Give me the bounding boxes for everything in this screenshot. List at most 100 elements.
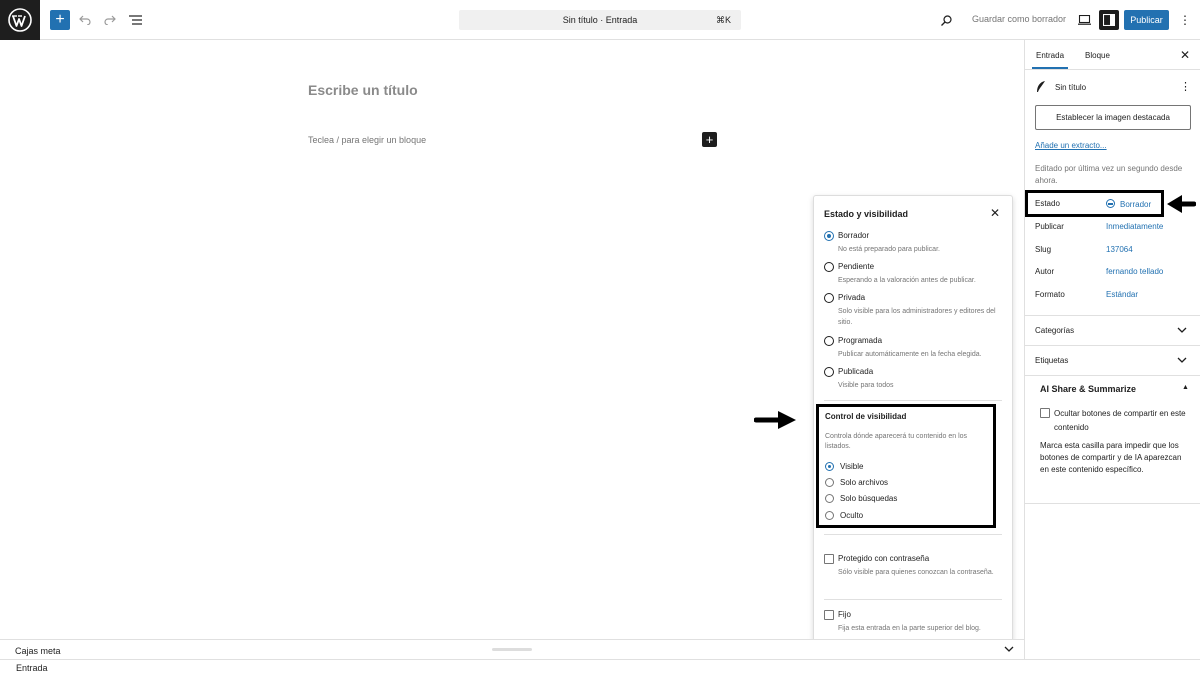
status-label: Programada xyxy=(838,336,883,345)
slug-button[interactable]: 137064 xyxy=(1106,245,1133,254)
undo-icon xyxy=(79,15,91,25)
radio-button[interactable] xyxy=(824,293,834,303)
breadcrumb-entrada[interactable]: Entrada xyxy=(16,663,48,673)
chevron-down-icon xyxy=(1177,327,1187,333)
visibility-label: Oculto xyxy=(840,511,864,520)
status-label: Pendiente xyxy=(838,262,875,271)
options-menu-button[interactable]: ⋮ xyxy=(1178,10,1192,30)
radio-button[interactable] xyxy=(825,478,834,487)
status-desc: Solo visible para los administradores y … xyxy=(838,308,996,326)
document-bar[interactable]: Sin título · Entrada ⌘K xyxy=(459,10,741,30)
resize-handle[interactable] xyxy=(492,648,532,651)
post-options-button[interactable]: ⋮ xyxy=(1180,80,1191,93)
post-title-label: Sin título xyxy=(1055,83,1087,92)
more-vertical-icon: ⋮ xyxy=(1179,13,1191,27)
property-key: Slug xyxy=(1035,245,1052,254)
radio-button[interactable] xyxy=(824,336,834,346)
block-inserter-button[interactable]: + xyxy=(50,10,70,30)
panel-title: Categorías xyxy=(1035,326,1075,335)
publish-date-button[interactable]: Inmediatamente xyxy=(1106,222,1163,231)
divider xyxy=(1025,503,1200,504)
radio-button[interactable] xyxy=(824,231,834,241)
last-edited-text: Editado por última vez un segundo desde … xyxy=(1035,164,1183,185)
status-desc: Visible para todos xyxy=(838,382,894,389)
radio-button[interactable] xyxy=(825,462,834,471)
save-draft-button[interactable]: Guardar como borrador xyxy=(972,14,1066,24)
meta-boxes-bar[interactable]: Cajas meta xyxy=(0,639,1024,659)
close-icon: ✕ xyxy=(1180,48,1191,62)
radio-button[interactable] xyxy=(825,511,834,520)
add-excerpt-link[interactable]: Añade un extracto... xyxy=(1035,141,1107,150)
radio-button[interactable] xyxy=(824,262,834,272)
chevron-down-icon xyxy=(1177,357,1187,363)
property-key: Autor xyxy=(1035,267,1055,276)
hide-share-buttons-label: Ocultar botones de compartir en este con… xyxy=(1054,409,1186,432)
wordpress-logo-icon[interactable] xyxy=(0,0,40,40)
status-desc: No está preparado para publicar. xyxy=(838,246,940,253)
divider xyxy=(1025,375,1200,376)
post-title-input[interactable]: Escribe un título xyxy=(308,82,418,98)
divider xyxy=(824,400,1002,401)
preview-button[interactable] xyxy=(1077,10,1091,30)
redo-icon xyxy=(104,15,116,25)
tab-entrada[interactable]: Entrada xyxy=(1031,51,1069,69)
property-slug: Slug 137064 xyxy=(1035,245,1191,259)
panel-etiquetas[interactable]: Etiquetas xyxy=(1025,345,1200,375)
status-label: Privada xyxy=(838,293,866,302)
panel-title: Etiquetas xyxy=(1035,356,1069,365)
sidebar-tabs: Entrada Bloque ✕ xyxy=(1025,40,1200,70)
radio-button[interactable] xyxy=(824,367,834,377)
sidebar-toggle-icon xyxy=(1103,14,1115,26)
checkbox-desc: Sólo visible para quienes conozcan la co… xyxy=(838,569,994,576)
desktop-preview-icon xyxy=(1077,15,1091,25)
search-button[interactable] xyxy=(939,10,953,30)
inline-block-inserter[interactable]: + xyxy=(702,132,717,147)
property-key: Formato xyxy=(1035,290,1065,299)
visibility-desc: Controla dónde aparecerá tu contenido en… xyxy=(825,433,968,450)
arrow-right-icon xyxy=(754,411,796,429)
settings-sidebar: Entrada Bloque ✕ Sin título ⋮ Establecer… xyxy=(1024,40,1200,659)
arrow-left-icon xyxy=(1167,195,1196,213)
status-label: Borrador xyxy=(838,231,870,240)
close-icon: ✕ xyxy=(990,206,1001,220)
popover-title: Estado y visibilidad xyxy=(824,209,909,219)
plus-icon: + xyxy=(55,11,65,28)
property-formato: Formato Estándar xyxy=(1035,290,1191,304)
chevron-up-icon[interactable]: ▲ xyxy=(1182,384,1189,391)
settings-sidebar-toggle[interactable] xyxy=(1099,10,1119,30)
checkbox[interactable] xyxy=(824,610,834,620)
checkbox-label: Fijo xyxy=(838,610,851,619)
undo-button[interactable] xyxy=(78,10,92,30)
set-featured-image-button[interactable]: Establecer la imagen destacada xyxy=(1035,105,1191,130)
panel-categorias[interactable]: Categorías xyxy=(1025,315,1200,345)
block-placeholder[interactable]: Teclea / para elegir un bloque xyxy=(308,135,426,145)
visibility-label: Solo archivos xyxy=(840,478,889,487)
property-key: Publicar xyxy=(1035,222,1064,231)
status-label: Publicada xyxy=(838,367,874,376)
ai-share-panel-title[interactable]: AI Share & Summarize xyxy=(1040,384,1136,394)
more-vertical-icon: ⋮ xyxy=(1180,81,1191,93)
block-breadcrumb-footer: Entrada xyxy=(0,659,1200,675)
chevron-down-icon[interactable] xyxy=(1004,644,1014,654)
checkbox-desc: Fija esta entrada en la parte superior d… xyxy=(838,625,981,632)
popover-close-button[interactable]: ✕ xyxy=(990,206,1000,220)
status-highlight-box xyxy=(1025,190,1164,217)
redo-button[interactable] xyxy=(103,10,117,30)
ai-share-description: Marca esta casilla para impedir que los … xyxy=(1040,441,1182,474)
author-button[interactable]: fernando tellado xyxy=(1106,267,1163,276)
visibility-label: Solo búsquedas xyxy=(840,494,898,503)
document-title: Sin título · Entrada xyxy=(562,15,638,25)
checkbox[interactable] xyxy=(824,554,834,564)
radio-button[interactable] xyxy=(825,494,834,503)
tab-bloque[interactable]: Bloque xyxy=(1085,51,1110,60)
format-button[interactable]: Estándar xyxy=(1106,290,1138,299)
meta-boxes-label: Cajas meta xyxy=(15,646,61,656)
hide-share-buttons-checkbox[interactable] xyxy=(1040,408,1050,418)
publish-button[interactable]: Publicar xyxy=(1124,10,1169,30)
status-visibility-popover: Estado y visibilidad ✕ Borrador No está … xyxy=(813,195,1013,642)
list-view-button[interactable] xyxy=(127,10,143,30)
visibility-label: Visible xyxy=(840,462,864,471)
property-publicar: Publicar Inmediatamente xyxy=(1035,222,1191,236)
close-sidebar-button[interactable]: ✕ xyxy=(1180,48,1190,62)
visibility-title: Control de visibilidad xyxy=(825,412,907,421)
